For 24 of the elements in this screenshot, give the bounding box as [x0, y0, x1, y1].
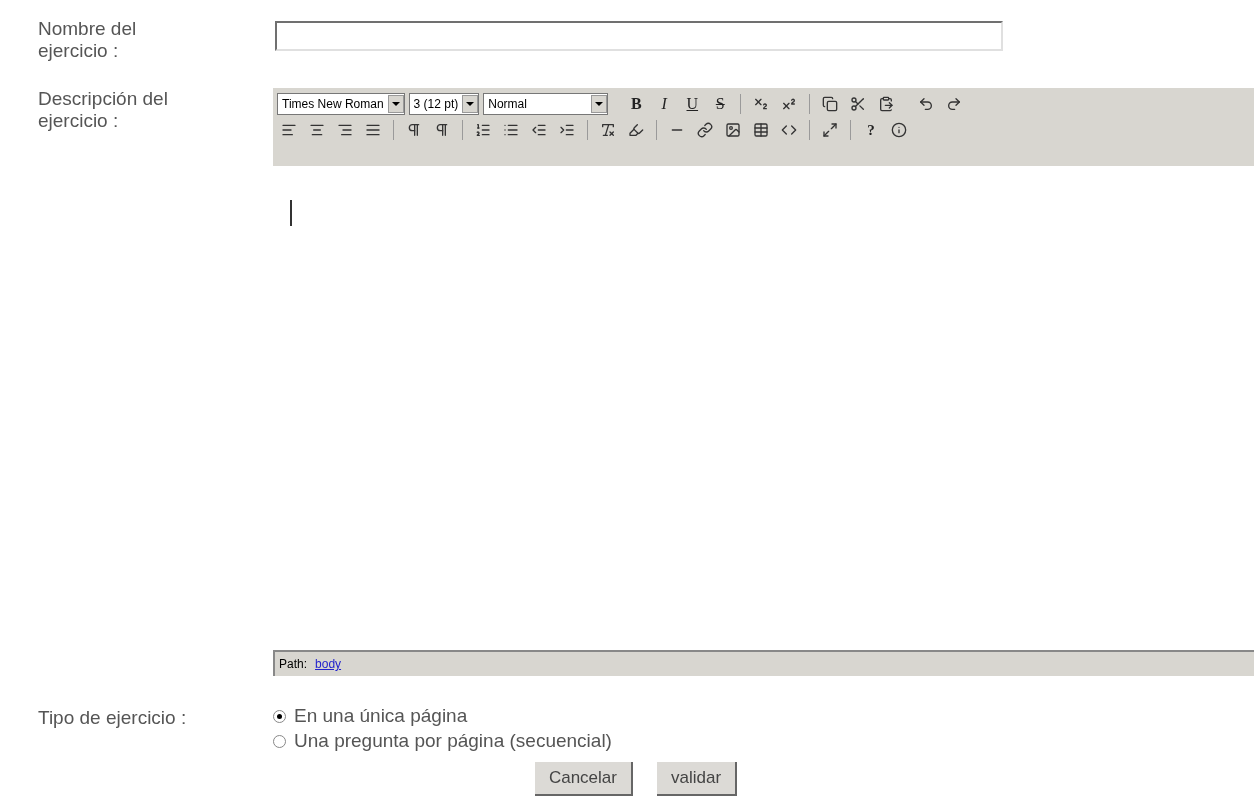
text-cursor: [290, 200, 292, 226]
caret-icon: [591, 95, 608, 113]
caret-icon: [387, 95, 404, 113]
caret-icon: [462, 95, 479, 113]
dropdown[interactable]: Times New Roman: [277, 93, 405, 115]
radio-button[interactable]: [273, 710, 286, 723]
help-button[interactable]: ?: [859, 118, 883, 142]
dropdown[interactable]: Normal: [483, 93, 609, 115]
format-button[interactable]: S: [708, 92, 733, 116]
format-button[interactable]: B: [624, 92, 649, 116]
format-button[interactable]: I: [652, 92, 677, 116]
field-label: Nombre del ejercicio :: [37, 18, 138, 62]
input-field[interactable]: [275, 21, 1003, 51]
path-link[interactable]: body: [315, 655, 342, 673]
field-label: Tipo de ejercicio :: [37, 706, 188, 730]
path-label: Path:: [279, 656, 308, 673]
dropdown[interactable]: 3 (12 pt): [408, 93, 480, 115]
format-button[interactable]: U: [680, 92, 705, 116]
field-label: Descripción del ejercicio :: [37, 88, 169, 133]
form-button[interactable]: validar: [656, 762, 738, 796]
radio-option[interactable]: Una pregunta por página (secuencial): [273, 729, 612, 754]
radio-option[interactable]: En una única página: [273, 704, 612, 729]
radio-button[interactable]: [273, 735, 286, 748]
form-button[interactable]: Cancelar: [534, 762, 633, 796]
